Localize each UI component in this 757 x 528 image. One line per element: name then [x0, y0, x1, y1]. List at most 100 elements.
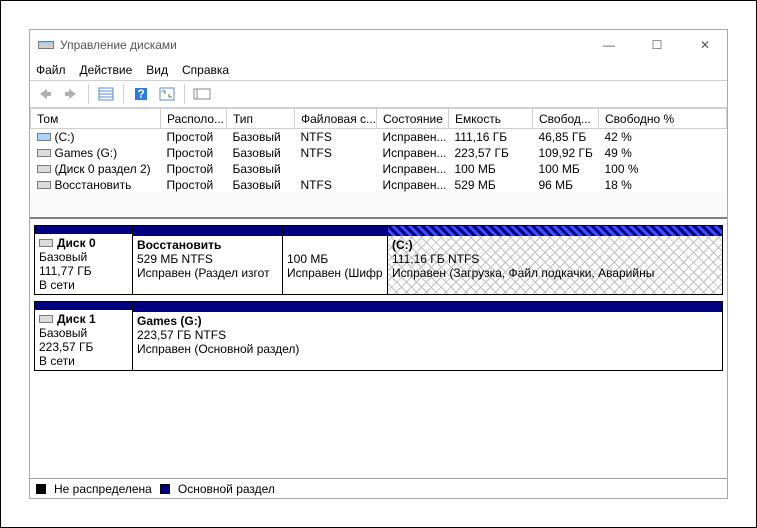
help-button[interactable]: ? — [130, 83, 152, 105]
col-fs[interactable]: Файловая с... — [295, 109, 377, 129]
legend-unallocated: Не распределена — [54, 482, 152, 496]
forward-button[interactable] — [60, 83, 82, 105]
vol-name: (C:) — [55, 130, 75, 144]
vol-type: Базовый — [227, 145, 295, 161]
disk-state: В сети — [39, 278, 75, 292]
vol-layout: Простой — [161, 177, 227, 193]
vol-status: Исправен... — [377, 145, 449, 161]
partition-status: Исправен (Загрузка, Файл подкачки, Авари… — [392, 266, 654, 280]
vol-name: (Диск 0 раздел 2) — [55, 162, 151, 176]
menubar: Файл Действие Вид Справка — [30, 60, 727, 80]
vol-fs: NTFS — [295, 145, 377, 161]
vol-pct: 49 % — [599, 145, 727, 161]
menu-help[interactable]: Справка — [182, 63, 229, 77]
window-title: Управление дисками — [60, 38, 595, 52]
disk-label[interactable]: Диск 0Базовый111,77 ГБВ сети — [34, 225, 132, 295]
legend-swatch-unallocated — [36, 484, 46, 494]
partition-sub: 100 МБ — [287, 252, 328, 266]
vol-type: Базовый — [227, 129, 295, 146]
disk-type: Базовый — [39, 326, 87, 340]
disk-size: 111,77 ГБ — [39, 264, 92, 278]
partition-title: Games (G:) — [137, 314, 202, 328]
table-row[interactable]: (Диск 0 раздел 2) ПростойБазовый Исправен.… — [31, 161, 727, 177]
partition-sub: 111,16 ГБ NTFS — [392, 252, 479, 266]
vol-pct: 100 % — [599, 161, 727, 177]
volume-icon — [37, 132, 51, 142]
table-row[interactable]: Восстановить ПростойБазовыйNTFSИсправен..… — [31, 177, 727, 193]
partition-sub: 529 МБ NTFS — [137, 252, 213, 266]
disk-label[interactable]: Диск 1Базовый223,57 ГБВ сети — [34, 301, 132, 371]
titlebar: Управление дисками — ☐ ✕ — [30, 30, 727, 60]
views-button[interactable] — [95, 83, 117, 105]
col-free[interactable]: Свобод... — [533, 109, 599, 129]
column-headers[interactable]: Том Располо... Тип Файловая с... Состоян… — [31, 109, 727, 129]
partition-status: Исправен (Основной раздел) — [137, 342, 299, 356]
disk-title: Диск 0 — [57, 236, 96, 250]
menu-view[interactable]: Вид — [146, 63, 168, 77]
volume-list[interactable]: Том Располо... Тип Файловая с... Состоян… — [30, 108, 727, 193]
vol-free: 100 МБ — [533, 161, 599, 177]
disk-icon — [39, 238, 53, 248]
vol-pct: 42 % — [599, 129, 727, 146]
vol-pct: 18 % — [599, 177, 727, 193]
table-row[interactable]: Games (G:) ПростойБазовыйNTFSИсправен...2… — [31, 145, 727, 161]
vol-cap: 529 МБ — [449, 177, 533, 193]
settings-button[interactable] — [191, 83, 213, 105]
disk-icon — [39, 314, 53, 324]
refresh-button[interactable] — [156, 83, 178, 105]
app-icon — [38, 39, 54, 51]
table-row[interactable]: (C:) ПростойБазовыйNTFSИсправен...111,16 … — [31, 129, 727, 146]
col-cap[interactable]: Емкость — [449, 109, 533, 129]
disk-type: Базовый — [39, 250, 87, 264]
vol-type: Базовый — [227, 161, 295, 177]
vol-status: Исправен... — [377, 161, 449, 177]
legend: Не распределена Основной раздел — [30, 478, 727, 498]
col-volume[interactable]: Том — [31, 109, 161, 129]
disk-state: В сети — [39, 354, 75, 368]
vol-free: 109,92 ГБ — [533, 145, 599, 161]
volume-icon — [37, 164, 51, 174]
vol-cap: 223,57 ГБ — [449, 145, 533, 161]
vol-free: 46,85 ГБ — [533, 129, 599, 146]
disk-row: Диск 0Базовый111,77 ГБВ сетиВосстановить… — [34, 225, 723, 295]
vol-fs: NTFS — [295, 129, 377, 146]
svg-text:?: ? — [137, 87, 144, 101]
maximize-button[interactable]: ☐ — [643, 38, 671, 52]
col-pct[interactable]: Свободно % — [599, 109, 727, 129]
partition[interactable]: Games (G:)223,57 ГБ NTFSИсправен (Основн… — [133, 302, 722, 370]
disk-title: Диск 1 — [57, 312, 96, 326]
vol-name: Восстановить — [55, 178, 132, 192]
vol-status: Исправен... — [377, 177, 449, 193]
legend-swatch-primary — [160, 484, 170, 494]
vol-fs: NTFS — [295, 177, 377, 193]
col-layout[interactable]: Располо... — [161, 109, 227, 129]
partition-status: Исправен (Шифр — [287, 266, 383, 280]
legend-primary: Основной раздел — [178, 482, 275, 496]
vol-status: Исправен... — [377, 129, 449, 146]
vol-type: Базовый — [227, 177, 295, 193]
partition[interactable]: 100 МБИсправен (Шифр — [283, 226, 388, 294]
back-button[interactable] — [34, 83, 56, 105]
volume-icon — [37, 180, 51, 190]
vol-free: 96 МБ — [533, 177, 599, 193]
col-type[interactable]: Тип — [227, 109, 295, 129]
disk-row: Диск 1Базовый223,57 ГБВ сетиGames (G:)22… — [34, 301, 723, 371]
close-button[interactable]: ✕ — [691, 38, 719, 52]
vol-layout: Простой — [161, 129, 227, 146]
vol-fs — [295, 161, 377, 177]
menu-action[interactable]: Действие — [80, 63, 133, 77]
partition[interactable]: Восстановить529 МБ NTFSИсправен (Раздел … — [133, 226, 283, 294]
menu-file[interactable]: Файл — [36, 63, 66, 77]
vol-layout: Простой — [161, 161, 227, 177]
volume-icon — [37, 148, 51, 158]
vol-cap: 100 МБ — [449, 161, 533, 177]
vol-name: Games (G:) — [55, 146, 118, 160]
col-status[interactable]: Состояние — [377, 109, 449, 129]
partition[interactable]: (C:)111,16 ГБ NTFSИсправен (Загрузка, Фа… — [388, 226, 722, 294]
vol-layout: Простой — [161, 145, 227, 161]
disk-size: 223,57 ГБ — [39, 340, 93, 354]
partition-title: Восстановить — [137, 238, 221, 252]
vol-cap: 111,16 ГБ — [449, 129, 533, 146]
minimize-button[interactable]: — — [595, 38, 623, 52]
partition-title: (C:) — [392, 238, 413, 252]
